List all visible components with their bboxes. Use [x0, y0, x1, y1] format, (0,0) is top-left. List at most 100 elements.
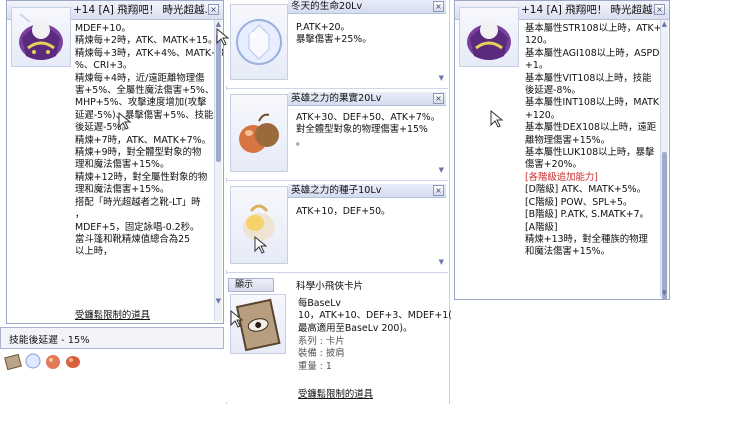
card3-scroll-down-icon[interactable]: ▼ — [439, 258, 444, 266]
card-hero-seed: 英雄之力的種子10Lv × ATK+10，DEF+50。 ▼ — [226, 182, 448, 270]
left-window-close-button[interactable]: × — [208, 4, 219, 15]
text-line: 理和魔法傷害+15%。 — [75, 184, 170, 196]
text-line: P.ATK+20。 — [296, 22, 350, 33]
cloak-item-picture — [11, 7, 71, 67]
text-line: 120。 — [525, 35, 553, 47]
fruit-mini-icon[interactable] — [44, 352, 62, 370]
cloak-item-icon — [19, 13, 63, 60]
left-restricted-link[interactable]: 受鐮鬆限制的道具 — [75, 307, 150, 321]
right-cloak-picture — [459, 7, 519, 67]
card4-equip: 裝備 : 披肩 — [298, 348, 345, 360]
text-line: MDEF+10。 — [75, 23, 131, 34]
grade-header: [各階級追加能力] — [525, 171, 598, 183]
card2-title[interactable]: 英雄之力的果實20Lv — [288, 92, 446, 106]
card-hero-fruit: 英雄之力的果實20Lv × ATK+30、DEF+50、ATK+7%。 對全體型對… — [226, 90, 448, 178]
card4-weight: 重量 : 1 — [298, 360, 332, 372]
text-line: 基本屬性AGI108以上時，ASPD — [525, 47, 660, 59]
text-line: 。 — [296, 136, 306, 148]
left-scrollbar-thumb[interactable] — [216, 34, 221, 162]
text-line: 最高適用至BaseLv 200)。 — [298, 322, 413, 334]
text-line: +120。 — [525, 109, 561, 121]
right-scroll-down-icon[interactable]: ▼ — [662, 289, 667, 297]
card4-tab[interactable]: 顯示 — [228, 278, 274, 292]
text-line: [A階級] — [525, 221, 558, 233]
card1-description: P.ATK+20。 暴擊傷害+25%。 — [296, 22, 442, 47]
card3-close-button[interactable]: × — [433, 185, 444, 196]
card2-description: ATK+30、DEF+50、ATK+7%。 對全體型對象的物理傷害+15%。 — [296, 112, 446, 149]
card4-description: 每BaseLv 10，ATK+10、DEF+3、MDEF+1(最高適用至BaseL… — [298, 298, 452, 335]
left-scrollbar[interactable] — [214, 20, 222, 321]
cursor-arrow-icon — [490, 110, 504, 128]
text-line: 搭配「時光超越者之靴-LT」時 — [75, 196, 201, 208]
text-line: 精煉+9時，對全體型對象的物 — [75, 147, 202, 159]
text-line: %、CRI+3。 — [75, 60, 133, 72]
text-line: 後延遲-5%。 — [75, 122, 131, 134]
eye-card-mini-icon[interactable] — [4, 354, 22, 370]
card2-picture — [230, 94, 288, 172]
text-line: [C階級] POW、SPL+5。 — [525, 196, 633, 208]
seed-mini-icon[interactable] — [64, 352, 82, 370]
text-line: 基本屬性LUK108以上時，暴擊 — [525, 147, 655, 159]
text-line: 精煉+7時，ATK、MATK+7%。 — [75, 134, 212, 146]
text-line: 精煉+13時，對全種族的物理 — [525, 233, 648, 245]
card4-title[interactable]: 科學小飛俠卡片 — [296, 278, 363, 292]
text-line: [D階級] ATK、MATK+5%。 — [525, 184, 646, 196]
right-scrollbar[interactable] — [660, 20, 668, 299]
text-line: 傷害+20%。 — [525, 159, 582, 171]
text-line: 害+5%、全屬性魔法傷害+5%、 — [75, 85, 215, 97]
text-line: 離物理傷害+15%。 — [525, 134, 610, 146]
text-line: 和魔法傷害+15%。 — [525, 246, 610, 258]
card2-scroll-down-icon[interactable]: ▼ — [439, 166, 444, 174]
text-line: 理和魔法傷害+15%。 — [75, 159, 170, 171]
left-scroll-down-icon[interactable]: ▼ — [216, 297, 221, 305]
text-line: 對全體型對象的物理傷害+15% — [296, 124, 428, 136]
text-line: 基本屬性STR108以上時，ATK+ — [525, 23, 662, 34]
snow-crystal-icon — [236, 19, 282, 65]
cursor-arrow-icon — [254, 236, 268, 254]
text-line: 基本屬性VIT108以上時，技能 — [525, 72, 652, 84]
left-description: MDEF+10。 精煉每+2時，ATK、MATK+15。 精煉每+3時，ATK+4%… — [75, 23, 224, 259]
card1-scroll-down-icon[interactable]: ▼ — [439, 74, 444, 82]
text-line: [B階級] P.ATK, S.MATK+7。 — [525, 209, 649, 221]
fruit-icon — [239, 113, 279, 153]
right-item-window: +14 [A] 飛翔吧！ 時光超越... × 基本屬性STR108以上時，ATK… — [454, 0, 670, 300]
card3-title[interactable]: 英雄之力的種子10Lv — [288, 184, 446, 198]
text-line: 精煉每+4時，近/遠距離物理傷 — [75, 72, 205, 84]
card-winter-life: 冬天的生命20Lv × P.ATK+20。 暴擊傷害+25%。 ▼ — [226, 0, 448, 86]
card4-restricted-link[interactable]: 受鐮鬆限制的道具 — [298, 386, 373, 400]
text-line: 每BaseLv — [298, 298, 341, 309]
divider — [227, 88, 448, 89]
skill-status-text: 技能後延遲 - 15% — [9, 335, 90, 346]
text-line: +1。 — [525, 60, 549, 72]
left-scroll-up-icon[interactable]: ▲ — [216, 20, 221, 28]
text-line: 基本屬性DEX108以上時，遠距 — [525, 122, 657, 134]
text-line: MHP+5%、攻擊速度增加(攻擊 — [75, 97, 207, 109]
right-scroll-up-icon[interactable]: ▲ — [662, 20, 667, 28]
cloak-item-icon — [467, 21, 511, 60]
text-line: 延遲-5%)、暴擊傷害+5%、技能 — [75, 109, 214, 121]
text-line: 精煉+12時，對全屬性對象的物 — [75, 171, 208, 183]
card1-close-button[interactable]: × — [433, 1, 444, 12]
right-scrollbar-thumb[interactable] — [662, 152, 667, 299]
text-line: ATK+10，DEF+50。 — [296, 206, 391, 217]
card4-meta: 系列 : 卡片 裝備 : 披肩 重量 : 1 — [298, 336, 345, 373]
card1-title[interactable]: 冬天的生命20Lv — [288, 0, 446, 14]
text-line: 精煉每+3時，ATK+4%、MATK+4 — [75, 47, 224, 59]
right-window-close-button[interactable]: × — [654, 4, 665, 15]
cursor-arrow-icon — [230, 310, 244, 328]
skill-status-bar: 技能後延遲 - 15% — [0, 327, 224, 349]
card3-description: ATK+10，DEF+50。 — [296, 206, 446, 218]
divider — [227, 180, 448, 181]
card4-tab-label: 顯示 — [235, 280, 254, 290]
text-line: MDEF+5，固定詠唱-0.2秒。 — [75, 221, 200, 233]
right-description: 基本屬性STR108以上時，ATK+ 120。 基本屬性AGI108以上時，ASPD… — [525, 23, 663, 259]
card2-close-button[interactable]: × — [433, 93, 444, 104]
card4-type: 系列 : 卡片 — [298, 336, 345, 347]
text-line: 以上時， — [75, 246, 113, 258]
text-line: ， — [75, 209, 85, 221]
snow-crystal-mini-icon[interactable] — [24, 352, 42, 370]
text-line: ATK+30、DEF+50、ATK+7%。 — [296, 112, 441, 123]
text-line: 當斗篷和靴精煉值總合為25 — [75, 233, 191, 245]
buff-icon-row — [4, 352, 94, 372]
text-line: 基本屬性INT108以上時，MATK — [525, 97, 660, 109]
